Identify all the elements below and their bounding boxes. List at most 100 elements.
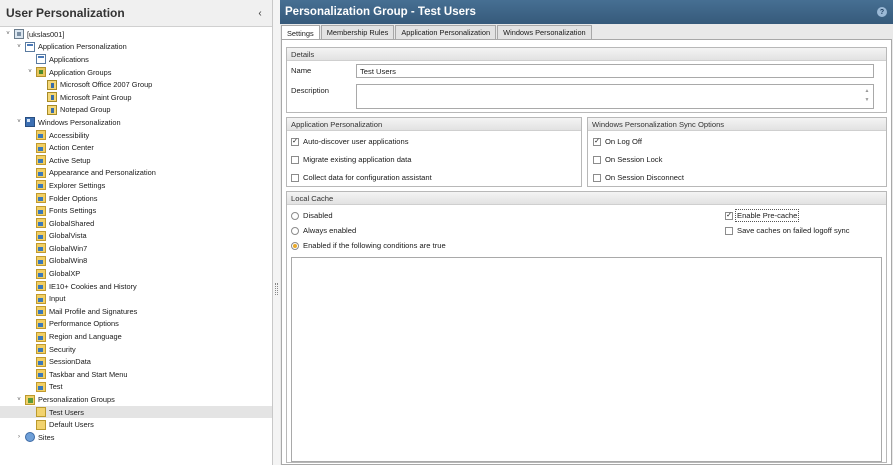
on-log-off-checkbox[interactable]: ✓ On Log Off <box>593 137 642 146</box>
tree-item-label: Region and Language <box>49 332 122 342</box>
tree-item[interactable]: Input <box>0 292 272 305</box>
tree-item[interactable]: IE10+ Cookies and History <box>0 280 272 293</box>
radio-always-enabled-circle[interactable] <box>291 226 299 235</box>
tree-item[interactable]: Appearance and Personalization <box>0 167 272 180</box>
tree-item[interactable]: Default Users <box>0 418 272 431</box>
tree-item[interactable]: Accessibility <box>0 129 272 142</box>
folder-icon <box>36 255 46 266</box>
save-caches-label: Save caches on failed logoff sync <box>737 226 850 235</box>
tree-item[interactable]: ˅ Personalization Groups <box>0 393 272 406</box>
tree-item[interactable]: SessionData <box>0 355 272 368</box>
collect-data-label: Collect data for configuration assistant <box>303 173 432 182</box>
radio-disabled-circle[interactable] <box>291 211 299 220</box>
tree-item-label: Folder Options <box>49 193 98 203</box>
tree-item[interactable]: ˅ Windows Personalization <box>0 116 272 129</box>
save-caches-checkbox[interactable]: Save caches on failed logoff sync <box>725 226 850 235</box>
checkbox-save-caches-box[interactable] <box>725 226 733 235</box>
tree-item[interactable]: Applications <box>0 53 272 66</box>
tree-item[interactable]: GlobalVista <box>0 230 272 243</box>
tree-item-label: SessionData <box>49 357 91 367</box>
tree-expander-icon[interactable]: ˅ <box>26 66 34 78</box>
tree-item-label: [ukslas001] <box>27 29 65 39</box>
cache-conditional-label: Enabled if the following conditions are … <box>303 241 446 250</box>
tree-item[interactable]: › Sites <box>0 431 272 444</box>
tree-item[interactable]: ˅ Application Personalization <box>0 41 272 54</box>
tree-expander-icon[interactable]: › <box>15 431 23 443</box>
tree-item[interactable]: Mail Profile and Signatures <box>0 305 272 318</box>
tree-expander-icon[interactable]: ˅ <box>15 116 23 128</box>
tree-item[interactable]: Fonts Settings <box>0 204 272 217</box>
on-session-lock-checkbox[interactable]: On Session Lock <box>593 155 662 164</box>
tree-item[interactable]: GlobalShared <box>0 217 272 230</box>
migrate-data-checkbox[interactable]: Migrate existing application data <box>291 155 412 164</box>
scroll-up-icon[interactable]: ▲ <box>863 87 871 96</box>
radio-conditional-circle[interactable] <box>291 241 299 250</box>
cache-disabled-radio[interactable]: Disabled <box>291 211 333 220</box>
tree-item[interactable]: Region and Language <box>0 330 272 343</box>
tree-expander-icon[interactable]: ˅ <box>15 394 23 406</box>
tree-item[interactable]: Explorer Settings <box>0 179 272 192</box>
checkbox-log-off-box[interactable]: ✓ <box>593 137 601 146</box>
folder-icon <box>36 243 46 254</box>
help-icon[interactable]: ? <box>877 7 887 17</box>
checkbox-collect-box[interactable] <box>291 173 299 182</box>
on-session-disconnect-checkbox[interactable]: On Session Disconnect <box>593 173 684 182</box>
tree-item-label: Applications <box>49 54 89 64</box>
checkbox-migrate-box[interactable] <box>291 155 299 164</box>
cache-always-enabled-radio[interactable]: Always enabled <box>291 226 356 235</box>
tree-item[interactable]: Active Setup <box>0 154 272 167</box>
collect-data-checkbox[interactable]: Collect data for configuration assistant <box>291 173 432 182</box>
tab-settings[interactable]: Settings <box>281 25 320 40</box>
tree-item[interactable]: Performance Options <box>0 318 272 331</box>
collapse-panel-button[interactable]: ‹ <box>252 8 268 19</box>
tree-item[interactable]: GlobalXP <box>0 267 272 280</box>
tab-strip: Settings Membership Rules Application Pe… <box>281 25 593 40</box>
tree-item-label: Default Users <box>49 420 94 430</box>
cache-conditional-radio[interactable]: Enabled if the following conditions are … <box>291 241 446 250</box>
tree-item[interactable]: GlobalWin7 <box>0 242 272 255</box>
tab-windows-personalization[interactable]: Windows Personalization <box>497 25 592 39</box>
checkbox-auto-discover-box[interactable]: ✓ <box>291 137 299 146</box>
tree-item[interactable]: Security <box>0 343 272 356</box>
checkbox-session-disconnect-box[interactable] <box>593 173 601 182</box>
tree-item[interactable]: Notepad Group <box>0 104 272 117</box>
enable-precache-checkbox[interactable]: ✓ Enable Pre-cache <box>725 209 800 222</box>
tree-item[interactable]: Microsoft Office 2007 Group <box>0 78 272 91</box>
tree-item[interactable]: Test Users <box>0 405 272 419</box>
tree-item-label: Test Users <box>49 407 84 417</box>
tree-item[interactable]: Taskbar and Start Menu <box>0 368 272 381</box>
auto-discover-checkbox[interactable]: ✓ Auto-discover user applications <box>291 137 409 146</box>
group-item-icon <box>47 104 57 115</box>
tree-item[interactable]: ˅ Application Groups <box>0 66 272 79</box>
tree-item[interactable]: Microsoft Paint Group <box>0 91 272 104</box>
panel-splitter[interactable] <box>273 0 280 465</box>
scroll-down-icon[interactable]: ▼ <box>863 96 871 105</box>
name-input[interactable]: Test Users <box>356 64 874 78</box>
windows-icon <box>25 117 35 128</box>
tab-membership-rules[interactable]: Membership Rules <box>320 25 395 39</box>
tree-item[interactable]: ˅ [ukslas001] <box>0 28 272 41</box>
tree-item[interactable]: Test <box>0 381 272 394</box>
checkbox-precache-box[interactable]: ✓ <box>725 211 733 220</box>
tree-item-label: GlobalShared <box>49 218 95 228</box>
splitter-grip-icon[interactable] <box>275 283 278 295</box>
tree-expander-icon[interactable]: ˅ <box>4 28 12 40</box>
tree-expander-icon[interactable]: ˅ <box>15 41 23 53</box>
folder-icon <box>36 369 46 380</box>
tree-item-label: Performance Options <box>49 319 119 329</box>
description-input[interactable]: ▲ ▼ <box>356 84 874 109</box>
tab-application-personalization[interactable]: Application Personalization <box>395 25 497 39</box>
tree-item[interactable]: GlobalWin8 <box>0 255 272 268</box>
conditions-list[interactable] <box>291 257 882 462</box>
tree-item[interactable]: Folder Options <box>0 192 272 205</box>
tree-item[interactable]: Action Center <box>0 141 272 154</box>
description-scrollbar[interactable]: ▲ ▼ <box>863 87 871 105</box>
checkbox-session-lock-box[interactable] <box>593 155 601 164</box>
